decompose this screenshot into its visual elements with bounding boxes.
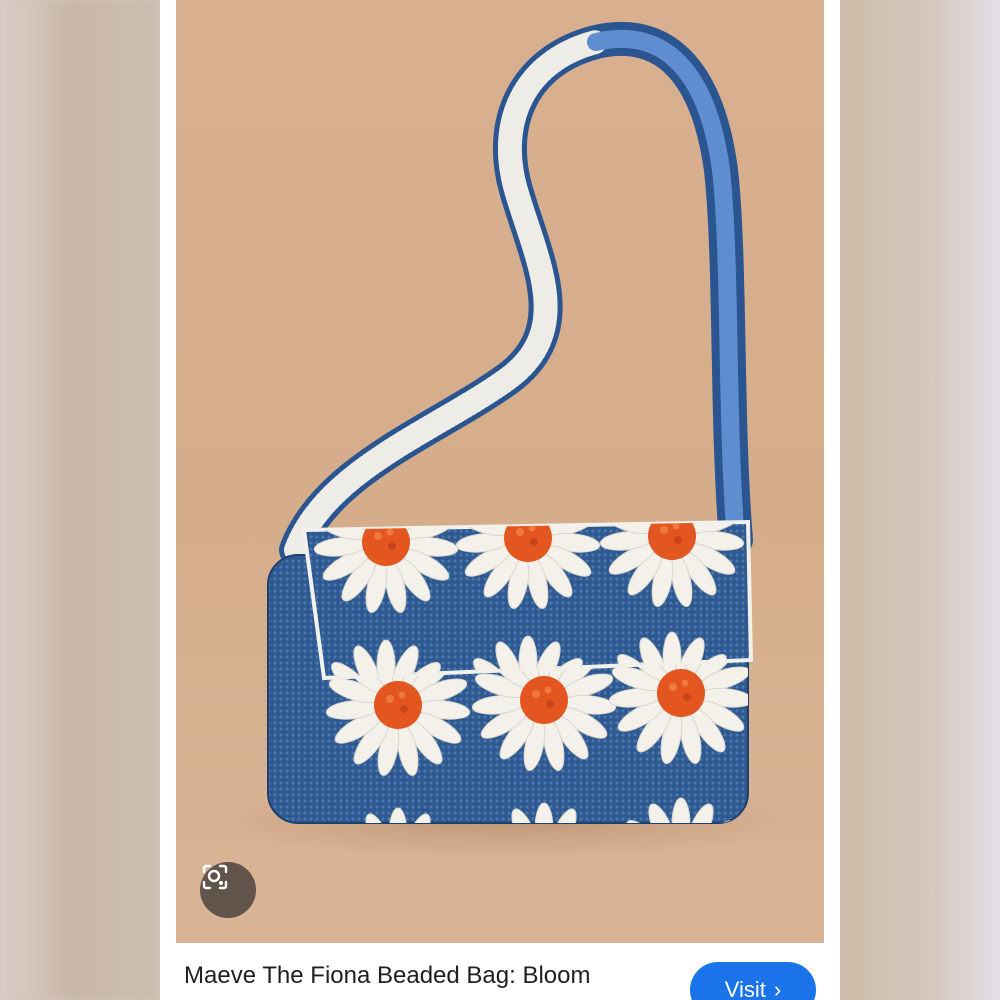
visit-button[interactable]: Visit ›	[690, 962, 816, 1000]
visit-button-label: Visit	[724, 977, 766, 1000]
lens-search-button[interactable]	[200, 862, 256, 918]
result-title[interactable]: Maeve The Fiona Beaded Bag: Bloom	[184, 960, 644, 1000]
chevron-right-icon: ›	[773, 977, 782, 1000]
product-photo[interactable]	[176, 0, 824, 943]
lens-search-icon	[202, 864, 228, 890]
beaded-bag-illustration	[206, 21, 806, 858]
image-result-card: Maeve The Fiona Beaded Bag: Bloom Visit …	[160, 0, 840, 1000]
blurred-background-right	[840, 0, 1000, 1000]
blurred-background-left	[0, 0, 160, 1000]
screen: Maeve The Fiona Beaded Bag: Bloom Visit …	[0, 0, 1000, 1000]
